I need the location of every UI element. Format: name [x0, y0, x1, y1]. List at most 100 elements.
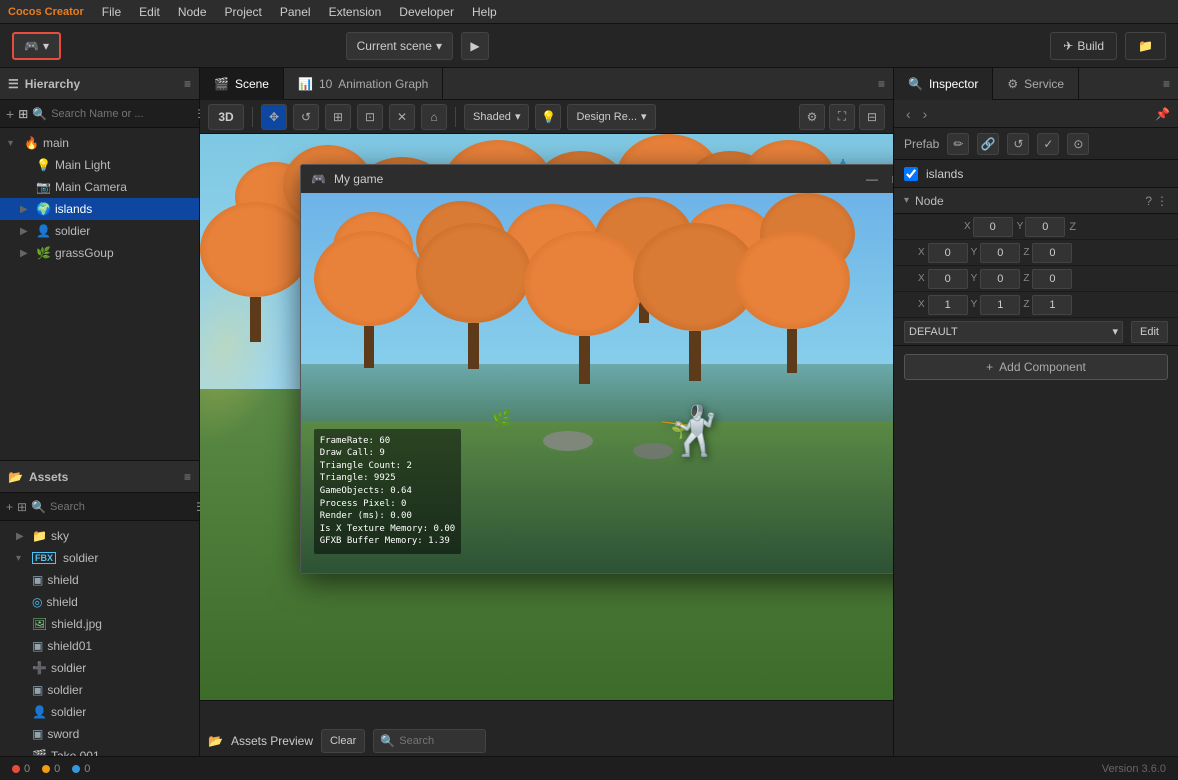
hierarchy-expand-icon[interactable]: ⊞	[18, 107, 28, 121]
gamepad-button[interactable]: 🎮 ▾	[12, 32, 61, 60]
move-tool[interactable]: ✥	[261, 104, 287, 130]
hierarchy-search-input[interactable]	[51, 108, 193, 120]
scale-y[interactable]: 1	[980, 295, 1020, 315]
asset-item-sky[interactable]: ▶ 📁 sky	[0, 525, 199, 547]
node-more-btn[interactable]: ⋮	[1156, 194, 1168, 208]
tree-item-main-camera[interactable]: 📷 Main Camera	[0, 176, 199, 198]
menu-edit[interactable]: Edit	[131, 3, 168, 21]
assets-search-bar: + ⊞ 🔍 ☰ ↺	[0, 493, 199, 521]
tab-scene[interactable]: 🎬 Scene	[200, 68, 284, 100]
hierarchy-panel: ☰ Hierarchy ≡ + ⊞ 🔍 ☰ ▾ 🔥 main	[0, 68, 199, 460]
3d-mode-button[interactable]: 3D	[208, 104, 244, 130]
node-section-header[interactable]: ▾ Node ? ⋮	[894, 188, 1178, 214]
play-button[interactable]: ▶	[461, 32, 489, 60]
pos-x-input[interactable]: 0	[973, 217, 1013, 237]
inspector-tab-label: Inspector	[929, 77, 978, 91]
scale-z[interactable]: 1	[1032, 295, 1072, 315]
assets-search-input[interactable]	[50, 501, 192, 513]
play-icon: ▶	[470, 39, 479, 53]
tree-item-main[interactable]: ▾ 🔥 main	[0, 132, 199, 154]
gear-tool[interactable]: ⚙	[799, 104, 825, 130]
prefab-edit-btn[interactable]: ✏	[947, 133, 969, 155]
light-toggle[interactable]: 💡	[535, 104, 561, 130]
pos-full-row: X 0 Y 0 Z 0	[894, 240, 1178, 266]
snap-tool[interactable]: ⌂	[421, 104, 447, 130]
prefab-locate-btn[interactable]: ⊙	[1067, 133, 1089, 155]
menu-developer[interactable]: Developer	[391, 3, 462, 21]
shading-dropdown[interactable]: Shaded ▾	[464, 104, 529, 130]
shading-arrow: ▾	[515, 110, 521, 123]
asset-item-soldier-mesh[interactable]: ➕ soldier	[0, 657, 199, 679]
menu-extension[interactable]: Extension	[321, 3, 390, 21]
tab-inspector[interactable]: 🔍 Inspector	[894, 68, 993, 100]
menu-panel[interactable]: Panel	[272, 3, 319, 21]
scale-tool[interactable]: ⊞	[325, 104, 351, 130]
pos-full-x[interactable]: 0	[928, 243, 968, 263]
inspector-pin-btn[interactable]: 📌	[1155, 107, 1170, 121]
transform-tool[interactable]: ✕	[389, 104, 415, 130]
layer-select[interactable]: DEFAULT ▾	[904, 321, 1123, 343]
inspector-menu-dots[interactable]: ≡	[1155, 77, 1178, 91]
add-component-button[interactable]: + Add Component	[904, 354, 1168, 380]
preview-search-input[interactable]	[399, 735, 479, 747]
rect-tool[interactable]: ⊡	[357, 104, 383, 130]
tree-item-soldier[interactable]: ▶ 👤 soldier	[0, 220, 199, 242]
scene-label: Current scene	[357, 39, 432, 53]
menu-project[interactable]: Project	[217, 3, 270, 21]
hierarchy-add-button[interactable]: +	[6, 106, 14, 122]
popup-maximize-btn[interactable]: □	[887, 170, 893, 188]
assets-expand-btn[interactable]: ⊞	[17, 500, 27, 514]
rotate-tool[interactable]: ↺	[293, 104, 319, 130]
tree-item-grassgoup[interactable]: ▶ 🌿 grassGoup	[0, 242, 199, 264]
pos-y-input[interactable]: 0	[1025, 217, 1065, 237]
scale-x[interactable]: 1	[928, 295, 968, 315]
right-panel: 🔍 Inspector ⚙ Service ≡ ‹ › 📌 Prefab ✏ 🔗	[893, 68, 1178, 780]
rot-x[interactable]: 0	[928, 269, 968, 289]
asset-item-soldier-fbx[interactable]: ▾ FBX soldier	[0, 547, 199, 569]
build-button[interactable]: ✈ Build	[1050, 32, 1117, 60]
rot-y[interactable]: 0	[980, 269, 1020, 289]
menu-file[interactable]: File	[94, 3, 129, 21]
rot-z[interactable]: 0	[1032, 269, 1072, 289]
current-scene-button[interactable]: Current scene ▾	[346, 32, 453, 60]
tab-service[interactable]: ⚙ Service	[993, 68, 1079, 100]
design-dropdown[interactable]: Design Re... ▾	[567, 104, 655, 130]
layer-edit-button[interactable]: Edit	[1131, 321, 1168, 343]
asset-item-shield-jpg[interactable]: 🖼 shield.jpg	[0, 613, 199, 635]
popup-minimize-btn[interactable]: —	[863, 170, 881, 188]
tree-item-main-light[interactable]: 💡 Main Light	[0, 154, 199, 176]
assets-menu-dots[interactable]: ≡	[184, 470, 191, 484]
asset-item-soldier-script[interactable]: 👤 soldier	[0, 701, 199, 723]
preview-clear-button[interactable]: Clear	[321, 729, 365, 753]
prefab-check-btn[interactable]: ✓	[1037, 133, 1059, 155]
asset-item-sword[interactable]: ▣ sword	[0, 723, 199, 745]
tab-animation-graph[interactable]: 📊 10 Animation Graph	[284, 68, 443, 100]
node-active-checkbox[interactable]	[904, 167, 918, 181]
scene-tab-menu[interactable]: ≡	[870, 77, 893, 91]
prefab-refresh-btn[interactable]: ↺	[1007, 133, 1029, 155]
asset-item-shield01[interactable]: ▣ shield01	[0, 635, 199, 657]
prefab-link-btn[interactable]: 🔗	[977, 133, 999, 155]
popup-titlebar: 🎮 My game — □ ✕	[301, 165, 893, 193]
assets-add-btn[interactable]: +	[6, 500, 13, 514]
popup-controls: — □ ✕	[863, 170, 893, 188]
fullscreen-tool[interactable]: ⛶	[829, 104, 855, 130]
pos-full-y[interactable]: 0	[980, 243, 1020, 263]
inspector-forward-btn[interactable]: ›	[919, 104, 932, 124]
scene-viewport[interactable]: ▼ 🎮 My game	[200, 134, 893, 700]
node-help-btn[interactable]: ?	[1145, 194, 1152, 208]
pos-full-z[interactable]: 0	[1032, 243, 1072, 263]
layout-tool[interactable]: ⊟	[859, 104, 885, 130]
main-camera-icon: 📷	[36, 180, 51, 194]
hierarchy-menu-dots[interactable]: ≡	[184, 77, 191, 91]
inspector-back-btn[interactable]: ‹	[902, 104, 915, 124]
asset-item-soldier-mat[interactable]: ▣ soldier	[0, 679, 199, 701]
menu-node[interactable]: Node	[170, 3, 215, 21]
asset-item-shield-mat[interactable]: ◎ shield	[0, 591, 199, 613]
folder-button[interactable]: 📁	[1125, 32, 1166, 60]
asset-label-shield-mesh: shield	[47, 573, 78, 587]
menu-help[interactable]: Help	[464, 3, 505, 21]
tree-item-islands[interactable]: ▶ 🌍 islands	[0, 198, 199, 220]
asset-item-shield-mesh[interactable]: ▣ shield	[0, 569, 199, 591]
app-logo: Cocos Creator	[8, 6, 84, 18]
